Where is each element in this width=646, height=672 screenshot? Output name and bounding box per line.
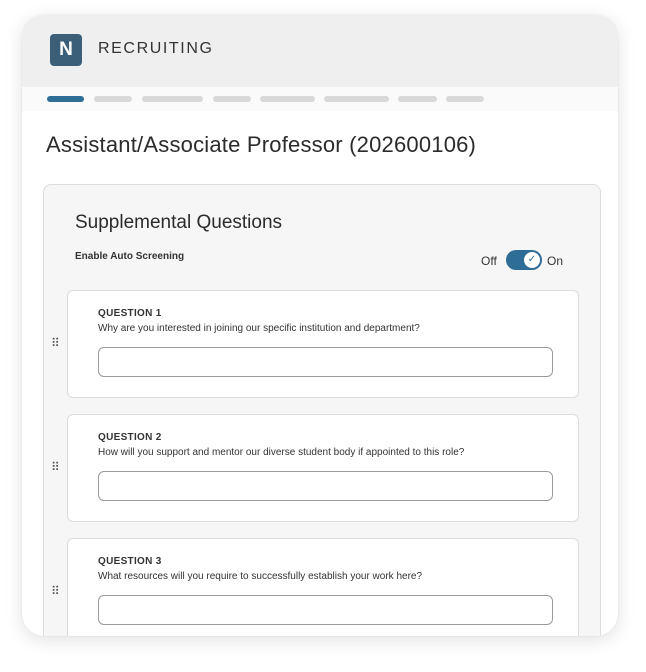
- top-bar: N RECRUITING: [22, 15, 618, 87]
- answer-input[interactable]: [98, 595, 553, 625]
- toggle-on-label: On: [547, 254, 564, 268]
- check-icon: ✓: [524, 252, 540, 268]
- toggle-off-label: Off: [481, 254, 497, 268]
- auto-screening-label: Enable Auto Screening: [75, 251, 185, 262]
- supplemental-questions-panel: Supplemental Questions Enable Auto Scree…: [43, 184, 601, 636]
- auto-screening-toggle[interactable]: ✓: [506, 250, 542, 270]
- question-label: QUESTION 3: [98, 556, 162, 567]
- question-label: QUESTION 1: [98, 308, 162, 319]
- answer-input[interactable]: [98, 347, 553, 377]
- section-title: Supplemental Questions: [75, 212, 283, 233]
- question-label: QUESTION 2: [98, 432, 162, 443]
- page-title: Assistant/Associate Professor (202600106…: [46, 132, 477, 157]
- question-card: ⠿ QUESTION 2 How will you support and me…: [51, 414, 579, 522]
- question-card: ⠿ QUESTION 1 Why are you interested in j…: [51, 290, 579, 398]
- answer-input[interactable]: [98, 471, 553, 501]
- step-7[interactable]: [398, 96, 437, 102]
- step-1[interactable]: [47, 96, 84, 102]
- question-text: What resources will you require to succe…: [98, 571, 423, 582]
- step-3[interactable]: [142, 96, 203, 102]
- drag-handle-icon[interactable]: ⠿: [51, 461, 61, 473]
- app-window: N RECRUITING Assistant/Associate Profess…: [22, 15, 618, 636]
- question-text: How will you support and mentor our dive…: [98, 447, 465, 458]
- step-6[interactable]: [324, 96, 389, 102]
- step-2[interactable]: [94, 96, 132, 102]
- step-5[interactable]: [260, 96, 315, 102]
- question-text: Why are you interested in joining our sp…: [98, 323, 420, 334]
- app-title: RECRUITING: [98, 40, 214, 57]
- step-4[interactable]: [213, 96, 251, 102]
- step-8[interactable]: [446, 96, 484, 102]
- question-card: ⠿ QUESTION 3 What resources will you req…: [51, 538, 579, 636]
- app-logo: N: [50, 34, 82, 66]
- drag-handle-icon[interactable]: ⠿: [51, 585, 61, 597]
- drag-handle-icon[interactable]: ⠿: [51, 337, 61, 349]
